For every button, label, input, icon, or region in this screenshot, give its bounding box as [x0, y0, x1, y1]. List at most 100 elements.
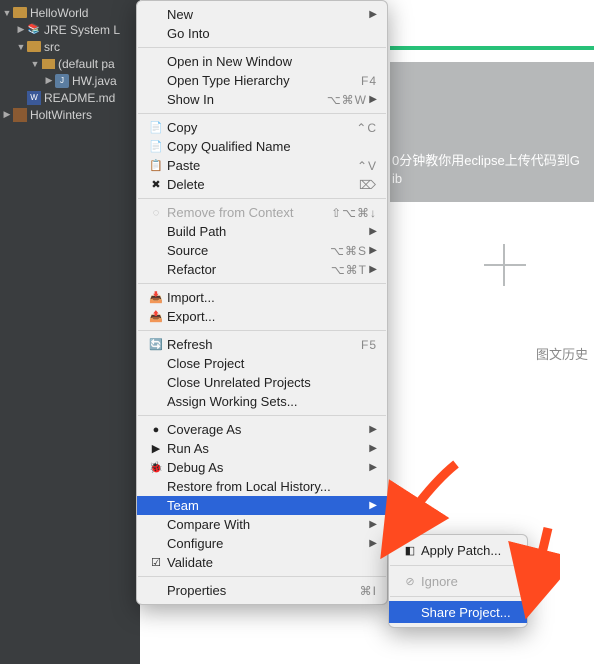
menu-item-label: Restore from Local History...	[167, 479, 377, 494]
menu-item-go-into[interactable]: Go Into	[137, 24, 387, 43]
blank-icon	[147, 536, 165, 552]
menu-item-copy[interactable]: 📄Copy⌃C	[137, 118, 387, 137]
tree-item-src[interactable]: ▼ src	[0, 38, 140, 55]
tree-item-java-file[interactable]: ▶ J HW.java	[0, 72, 140, 89]
folder-icon	[26, 39, 42, 55]
expand-arrow-icon: ▼	[2, 8, 12, 18]
tree-item-default-package[interactable]: ▼ (default pa	[0, 55, 140, 72]
menu-item-refresh[interactable]: 🔄RefreshF5	[137, 335, 387, 354]
menu-item-refactor[interactable]: Refactor⌥⌘T▶	[137, 260, 387, 279]
blank-icon	[147, 243, 165, 259]
tree-item-helloworld[interactable]: ▼ HelloWorld	[0, 4, 140, 21]
submenu-item-apply-patch[interactable]: ◧Apply Patch...	[389, 539, 527, 561]
blank-icon	[147, 583, 165, 599]
article-card[interactable]: 0分钟教你用eclipse上传代码到G ib	[390, 62, 594, 202]
expand-arrow-icon: ▼	[16, 42, 26, 52]
expand-arrow-icon: ▶	[16, 24, 26, 35]
submenu-arrow-icon: ▶	[367, 462, 377, 473]
blank-icon	[147, 92, 165, 108]
folder-icon	[12, 5, 28, 21]
menu-item-copy-qualified-name[interactable]: 📄Copy Qualified Name	[137, 137, 387, 156]
menu-item-source[interactable]: Source⌥⌘S▶	[137, 241, 387, 260]
article-title-line2: ib	[390, 170, 594, 188]
menu-item-export[interactable]: 📤Export...	[137, 307, 387, 326]
submenu-item-share-project[interactable]: Share Project...	[389, 601, 527, 623]
menu-item-build-path[interactable]: Build Path▶	[137, 222, 387, 241]
menu-item-label: Copy Qualified Name	[167, 139, 377, 154]
menu-item-restore-from-local-history[interactable]: Restore from Local History...	[137, 477, 387, 496]
blank-icon	[147, 479, 165, 495]
tree-label: HelloWorld	[30, 6, 88, 20]
menu-item-close-unrelated-projects[interactable]: Close Unrelated Projects	[137, 373, 387, 392]
menu-item-debug-as[interactable]: 🐞Debug As▶	[137, 458, 387, 477]
context-menu: New▶Go IntoOpen in New WindowOpen Type H…	[136, 0, 388, 605]
menu-item-compare-with[interactable]: Compare With▶	[137, 515, 387, 534]
menu-item-label: Compare With	[167, 517, 367, 532]
menu-item-label: Run As	[167, 441, 367, 456]
menu-item-label: Export...	[167, 309, 377, 324]
menu-item-import[interactable]: 📥Import...	[137, 288, 387, 307]
menu-item-run-as[interactable]: ▶Run As▶	[137, 439, 387, 458]
menu-separator	[138, 283, 386, 284]
export-icon: 📤	[147, 309, 165, 325]
delete-icon: ✖	[147, 177, 165, 193]
menu-item-remove-from-context: ◌Remove from Context⇧⌥⌘↓	[137, 203, 387, 222]
coverage-icon: ●	[147, 422, 165, 438]
blank-icon	[147, 224, 165, 240]
tree-item-holtwinters[interactable]: ▶ HoltWinters	[0, 106, 140, 123]
tree-item-jre[interactable]: ▶ 📚 JRE System L	[0, 21, 140, 38]
menu-item-label: Source	[167, 243, 322, 258]
tree-label: JRE System L	[44, 23, 120, 37]
menu-item-show-in[interactable]: Show In⌥⌘W▶	[137, 90, 387, 109]
menu-item-properties[interactable]: Properties⌘I	[137, 581, 387, 600]
menu-item-delete[interactable]: ✖Delete⌦	[137, 175, 387, 194]
debug-icon: 🐞	[147, 460, 165, 476]
menu-separator	[138, 47, 386, 48]
menu-item-label: Validate	[167, 555, 377, 570]
menu-item-configure[interactable]: Configure▶	[137, 534, 387, 553]
menu-item-new[interactable]: New▶	[137, 5, 387, 24]
menu-item-label: Team	[167, 498, 367, 513]
menu-shortcut: ⌥⌘T	[323, 263, 367, 277]
submenu-arrow-icon: ▶	[367, 424, 377, 435]
menu-item-label: New	[167, 7, 367, 22]
article-title: 0分钟教你用eclipse上传代码到G	[390, 152, 594, 170]
menu-item-paste[interactable]: 📋Paste⌃V	[137, 156, 387, 175]
menu-item-open-type-hierarchy[interactable]: Open Type HierarchyF4	[137, 71, 387, 90]
menu-item-label: Copy	[167, 120, 348, 135]
submenu-item-label: Share Project...	[421, 605, 515, 620]
context-icon: ◌	[147, 205, 165, 221]
menu-item-team[interactable]: Team▶	[137, 496, 387, 515]
menu-item-label: Close Unrelated Projects	[167, 375, 377, 390]
menu-separator	[390, 565, 526, 566]
blank-icon	[147, 498, 165, 514]
blank-icon	[147, 375, 165, 391]
plus-icon[interactable]	[480, 240, 530, 290]
validate-icon: ☑	[147, 555, 165, 571]
blank-icon	[147, 517, 165, 533]
blank-icon	[401, 604, 419, 620]
blank-icon	[147, 7, 165, 23]
menu-item-label: Import...	[167, 290, 377, 305]
tree-item-readme[interactable]: W README.md	[0, 89, 140, 106]
menu-item-label: Assign Working Sets...	[167, 394, 377, 409]
submenu-arrow-icon: ▶	[367, 443, 377, 454]
menu-item-open-in-new-window[interactable]: Open in New Window	[137, 52, 387, 71]
menu-item-label: Remove from Context	[167, 205, 323, 220]
menu-item-coverage-as[interactable]: ●Coverage As▶	[137, 420, 387, 439]
menu-item-label: Refactor	[167, 262, 323, 277]
menu-item-validate[interactable]: ☑Validate	[137, 553, 387, 572]
menu-shortcut: ⌃V	[349, 159, 377, 173]
submenu-arrow-icon: ▶	[367, 538, 377, 549]
team-submenu: ◧Apply Patch...⊘IgnoreShare Project...	[388, 534, 528, 628]
submenu-item-label: Apply Patch...	[421, 543, 515, 558]
menu-item-close-project[interactable]: Close Project	[137, 354, 387, 373]
submenu-arrow-icon: ▶	[367, 9, 377, 20]
menu-item-assign-working-sets[interactable]: Assign Working Sets...	[137, 392, 387, 411]
project-explorer: ▼ HelloWorld ▶ 📚 JRE System L ▼ src ▼ (d…	[0, 0, 140, 664]
java-file-icon: J	[54, 73, 70, 89]
menu-item-label: Open in New Window	[167, 54, 377, 69]
menu-shortcut: ⇧⌥⌘↓	[323, 206, 377, 220]
patch-icon: ◧	[401, 542, 419, 558]
project-icon	[12, 107, 28, 123]
